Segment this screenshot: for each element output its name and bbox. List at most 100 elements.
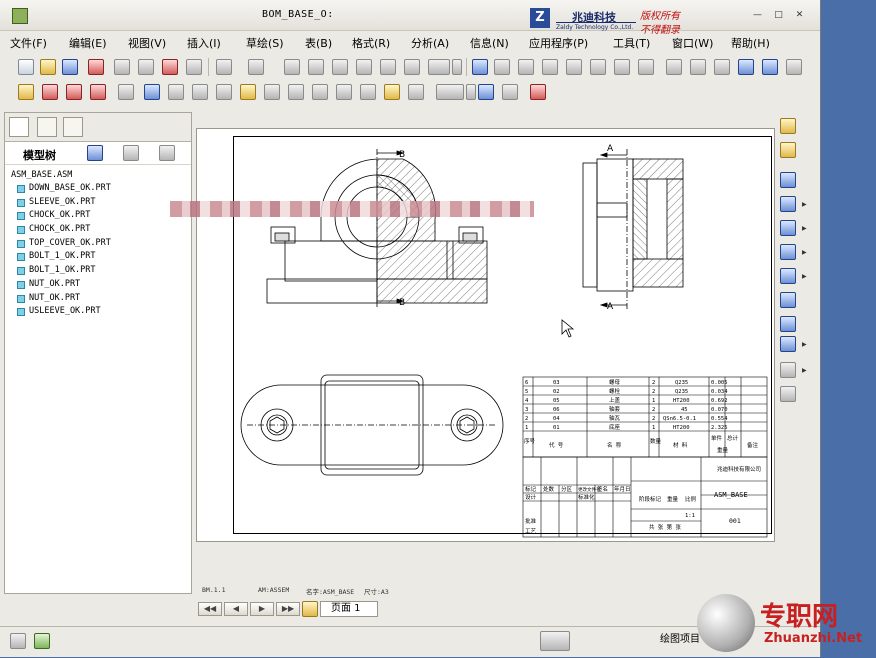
tree-item[interactable]: BOLT_1_OK.PRT bbox=[11, 264, 111, 278]
undo-icon[interactable] bbox=[216, 59, 232, 75]
refresh-icon[interactable] bbox=[144, 84, 160, 100]
insert-view-icon[interactable] bbox=[18, 84, 34, 100]
first-page-button[interactable]: ◀◀ bbox=[198, 602, 222, 616]
saved-views-icon[interactable] bbox=[786, 59, 802, 75]
menu-tools[interactable]: 工具(T) bbox=[613, 35, 650, 51]
hatch-icon[interactable] bbox=[336, 84, 352, 100]
tree-item[interactable]: TOP_COVER_OK.PRT bbox=[11, 237, 111, 251]
circle-icon[interactable] bbox=[780, 220, 796, 236]
arc-icon[interactable] bbox=[780, 244, 796, 260]
find-binoculars-status-icon[interactable] bbox=[540, 631, 570, 651]
table-insert-icon[interactable] bbox=[436, 84, 464, 100]
drawing-canvas[interactable]: B B A A 6 03 螺母 2 Q235 0.005 5 02 螺栓 2 Q… bbox=[196, 128, 775, 542]
zoom-out-icon[interactable] bbox=[566, 59, 582, 75]
tree-item[interactable]: DOWN_BASE_OK.PRT bbox=[11, 182, 111, 196]
publish-icon[interactable] bbox=[162, 59, 178, 75]
tab-favorites[interactable] bbox=[63, 117, 83, 137]
menu-edit[interactable]: 编辑(E) bbox=[69, 35, 107, 51]
last-page-button[interactable]: ▶▶ bbox=[276, 602, 300, 616]
delete-annotations-icon[interactable] bbox=[66, 84, 82, 100]
find-binoculars-icon[interactable] bbox=[404, 59, 420, 75]
tree-item[interactable]: SLEEVE_OK.PRT bbox=[11, 196, 111, 210]
dimension-icon[interactable] bbox=[240, 84, 256, 100]
tree-columns-icon[interactable] bbox=[159, 145, 175, 161]
redo-icon[interactable] bbox=[248, 59, 264, 75]
print-icon[interactable] bbox=[114, 59, 130, 75]
circle-dropdown-icon[interactable]: ▶ bbox=[802, 225, 807, 232]
orient-icon[interactable] bbox=[518, 59, 534, 75]
offset-dropdown-icon[interactable]: ▶ bbox=[802, 341, 807, 348]
menu-applications[interactable]: 应用程序(P) bbox=[529, 35, 588, 51]
menu-help[interactable]: 帮助(H) bbox=[731, 35, 770, 51]
tab-folder-browser[interactable] bbox=[37, 117, 57, 137]
text-style-icon[interactable] bbox=[288, 84, 304, 100]
next-page-button[interactable]: ▶ bbox=[250, 602, 274, 616]
path-icon[interactable] bbox=[494, 59, 510, 75]
save-icon[interactable] bbox=[62, 59, 78, 75]
snap-icon[interactable] bbox=[780, 386, 796, 402]
selection-filter[interactable]: 绘图项目 bbox=[660, 630, 700, 645]
close-button[interactable]: ✕ bbox=[794, 10, 805, 20]
sketch-tools-icon[interactable] bbox=[780, 118, 796, 134]
tolerance-icon[interactable] bbox=[408, 84, 424, 100]
fillet-icon[interactable] bbox=[780, 268, 796, 284]
point-icon[interactable] bbox=[780, 316, 796, 332]
line-icon[interactable] bbox=[780, 196, 796, 212]
settings-icon[interactable] bbox=[123, 145, 139, 161]
table-rows-icon[interactable] bbox=[216, 84, 232, 100]
export-pdf-icon[interactable] bbox=[88, 59, 104, 75]
regenerate-icon[interactable] bbox=[380, 59, 396, 75]
refit-icon[interactable] bbox=[590, 59, 606, 75]
menu-file[interactable]: 文件(F) bbox=[10, 35, 47, 51]
new-sheet-icon[interactable] bbox=[302, 601, 318, 617]
no-hidden-icon[interactable] bbox=[714, 59, 730, 75]
sketch-chain-icon[interactable] bbox=[780, 142, 796, 158]
show-icon[interactable] bbox=[87, 145, 103, 161]
paste-special-icon[interactable] bbox=[356, 59, 372, 75]
context-help-icon[interactable] bbox=[530, 84, 546, 100]
arc-dropdown-icon[interactable]: ▶ bbox=[802, 249, 807, 256]
erase-annotations-icon[interactable] bbox=[90, 84, 106, 100]
update-tables-icon[interactable] bbox=[478, 84, 494, 100]
layers-icon[interactable] bbox=[638, 59, 654, 75]
model-display-icon[interactable] bbox=[762, 59, 778, 75]
group-dropdown-icon[interactable]: ▶ bbox=[802, 367, 807, 374]
new-file-icon[interactable] bbox=[18, 59, 34, 75]
group-icon[interactable] bbox=[780, 362, 796, 378]
page-tab[interactable]: 页面 1 bbox=[320, 601, 378, 617]
menu-window[interactable]: 窗口(W) bbox=[672, 35, 713, 51]
print-preview-icon[interactable] bbox=[138, 59, 154, 75]
spline-icon[interactable] bbox=[780, 292, 796, 308]
prev-page-button[interactable]: ◀ bbox=[224, 602, 248, 616]
sketch-icon[interactable] bbox=[472, 59, 488, 75]
email-icon[interactable] bbox=[186, 59, 202, 75]
zoom-in-icon[interactable] bbox=[542, 59, 558, 75]
repaint-icon[interactable] bbox=[614, 59, 630, 75]
paste-icon[interactable] bbox=[332, 59, 348, 75]
note-icon[interactable] bbox=[264, 84, 280, 100]
shading-icon[interactable] bbox=[738, 59, 754, 75]
show-browser-icon[interactable] bbox=[34, 633, 50, 649]
tree-item[interactable]: USLEEVE_OK.PRT bbox=[11, 305, 111, 319]
fillet-dropdown-icon[interactable]: ▶ bbox=[802, 273, 807, 280]
tree-root-assembly[interactable]: ASM_BASE.ASM bbox=[11, 169, 111, 182]
tree-item[interactable]: CHOCK_OK.PRT bbox=[11, 223, 111, 237]
line-dropdown-icon[interactable]: ▶ bbox=[802, 201, 807, 208]
tab-model-tree[interactable] bbox=[9, 117, 29, 137]
cut-icon[interactable] bbox=[284, 59, 300, 75]
tree-item[interactable]: NUT_OK.PRT bbox=[11, 278, 111, 292]
minimize-button[interactable]: — bbox=[752, 10, 763, 20]
menu-format[interactable]: 格式(R) bbox=[352, 35, 390, 51]
hidden-line-icon[interactable] bbox=[690, 59, 706, 75]
select-arrow-icon[interactable] bbox=[780, 172, 796, 188]
show-annotations-icon[interactable] bbox=[42, 84, 58, 100]
table-dropdown-icon[interactable] bbox=[466, 84, 476, 100]
menu-view[interactable]: 视图(V) bbox=[128, 35, 166, 51]
surface-finish-icon[interactable] bbox=[312, 84, 328, 100]
menu-analysis[interactable]: 分析(A) bbox=[411, 35, 449, 51]
bom-balloon-icon[interactable] bbox=[502, 84, 518, 100]
view-properties-icon[interactable] bbox=[168, 84, 184, 100]
edit-view-icon[interactable] bbox=[192, 84, 208, 100]
tree-item[interactable]: CHOCK_OK.PRT bbox=[11, 209, 111, 223]
tree-item[interactable]: NUT_OK.PRT bbox=[11, 292, 111, 306]
